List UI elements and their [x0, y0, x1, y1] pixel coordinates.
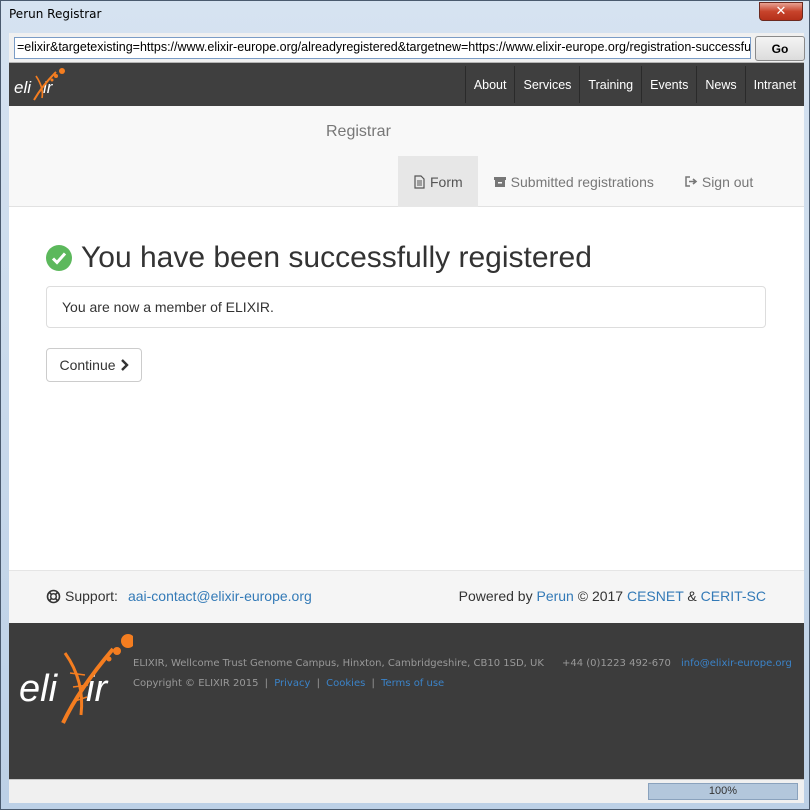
- tab-sign-out-label: Sign out: [701, 173, 754, 190]
- address-bar: =elixir&targetexisting=https://www.elixi…: [9, 33, 805, 63]
- ampersand: &: [687, 588, 697, 604]
- registrar-tabs: Form Submitted registrations Sign out: [398, 156, 768, 207]
- registrar-brand[interactable]: Registrar: [326, 123, 391, 141]
- top-navigation: eli ir About Services Training Events Ne…: [9, 63, 804, 106]
- elixir-footer-logo: eli ir: [19, 634, 133, 724]
- divider: |: [316, 678, 320, 689]
- continue-button[interactable]: Continue: [46, 348, 142, 382]
- powered-by: Powered by Perun © 2017 CESNET & CERIT-S…: [459, 588, 766, 604]
- page-title: You have been successfully registered: [81, 241, 592, 274]
- footer-address: ELIXIR, Wellcome Trust Genome Campus, Hi…: [133, 658, 544, 669]
- sign-out-icon: [685, 176, 698, 187]
- tab-submitted-registrations[interactable]: Submitted registrations: [478, 156, 669, 207]
- archive-icon: [493, 177, 506, 187]
- privacy-link[interactable]: Privacy: [274, 678, 310, 689]
- lifebuoy-icon: [46, 589, 61, 603]
- divider: |: [371, 678, 375, 689]
- page-viewport: eli ir About Services Training Events Ne…: [9, 63, 804, 779]
- cesnet-link[interactable]: CESNET: [627, 588, 684, 604]
- support-footer: Support: aai-contact@elixir-europe.org P…: [9, 570, 804, 623]
- nav-training[interactable]: Training: [579, 66, 641, 103]
- cerit-link[interactable]: CERIT-SC: [701, 588, 766, 604]
- load-progress: 100%: [648, 783, 798, 800]
- continue-label: Continue: [59, 357, 116, 373]
- nav-news[interactable]: News: [696, 66, 744, 103]
- nav-intranet[interactable]: Intranet: [744, 66, 804, 103]
- tab-form[interactable]: Form: [398, 156, 478, 207]
- nav-services[interactable]: Services: [514, 66, 579, 103]
- browser-window: Perun Registrar ✕ =elixir&targetexisting…: [0, 0, 810, 810]
- close-window-button[interactable]: ✕: [759, 2, 803, 21]
- elixir-logo[interactable]: eli ir: [12, 66, 72, 104]
- cookies-link[interactable]: Cookies: [326, 678, 365, 689]
- perun-link[interactable]: Perun: [536, 588, 573, 604]
- window-title: Perun Registrar: [9, 7, 102, 21]
- site-footer: eli ir ELIXIR, Wellcome Trust Genome Cam…: [9, 623, 804, 779]
- support-label: Support:: [65, 588, 118, 604]
- terms-link[interactable]: Terms of use: [381, 678, 444, 689]
- title-bar: Perun Registrar ✕: [1, 1, 809, 29]
- membership-message: You are now a member of ELIXIR.: [46, 286, 766, 328]
- nav-menu: About Services Training Events News Intr…: [464, 63, 804, 106]
- url-input[interactable]: =elixir&targetexisting=https://www.elixi…: [14, 37, 751, 59]
- svg-text:ir: ir: [86, 668, 108, 710]
- success-heading: You have been successfully registered: [46, 241, 592, 275]
- footer-copyright: Copyright © ELIXIR 2015: [133, 678, 259, 689]
- footer-copyright-row: Copyright © ELIXIR 2015 | Privacy | Cook…: [133, 678, 444, 689]
- close-icon: ✕: [775, 4, 787, 19]
- check-circle-icon: [46, 245, 72, 271]
- go-button[interactable]: Go: [755, 36, 805, 61]
- footer-email-link[interactable]: info@elixir-europe.org: [681, 658, 792, 669]
- nav-about[interactable]: About: [464, 66, 515, 103]
- nav-events[interactable]: Events: [641, 66, 696, 103]
- powered-by-label: Powered by: [458, 588, 533, 604]
- svg-text:eli: eli: [19, 668, 59, 710]
- support-email-link[interactable]: aai-contact@elixir-europe.org: [128, 588, 312, 604]
- tab-sign-out[interactable]: Sign out: [669, 156, 768, 207]
- tab-form-label: Form: [430, 173, 463, 190]
- divider: |: [264, 678, 268, 689]
- document-icon: [414, 174, 425, 189]
- tab-submitted-label: Submitted registrations: [510, 173, 654, 190]
- status-bar: 100%: [9, 779, 804, 803]
- copyright-year: © 2017: [577, 588, 624, 604]
- footer-phone: +44 (0)1223 492-670: [562, 658, 671, 669]
- svg-text:eli: eli: [14, 78, 32, 97]
- registrar-header: Registrar Form Submitted registrations S…: [9, 106, 804, 207]
- chevron-right-icon: [120, 359, 129, 371]
- support-info: Support: aai-contact@elixir-europe.org: [46, 588, 312, 604]
